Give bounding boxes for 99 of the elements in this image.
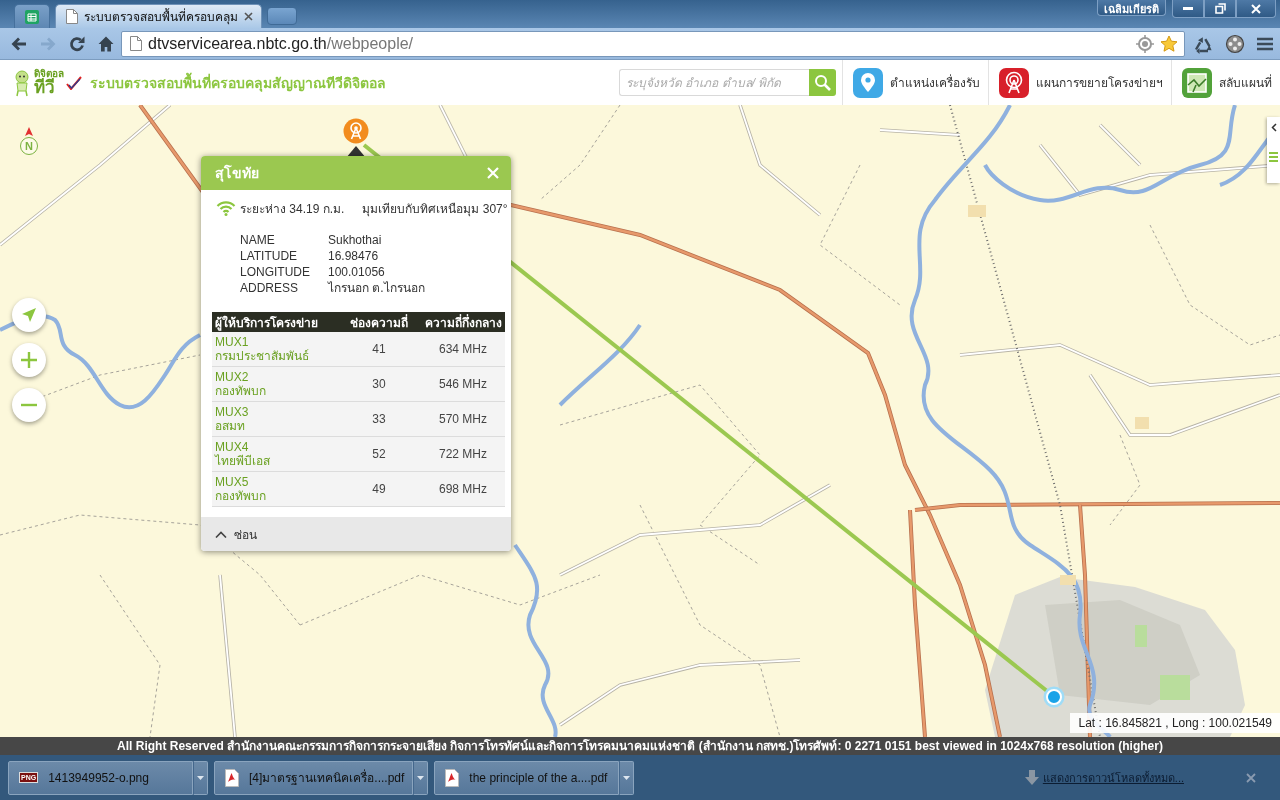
info-value: 100.01056	[328, 264, 386, 280]
spreadsheet-icon	[25, 9, 39, 24]
download-menu-button[interactable]	[413, 760, 429, 795]
mux-name: MUX5	[215, 475, 250, 489]
signal-icon	[216, 200, 236, 216]
location-dot-icon	[1043, 686, 1065, 708]
search-icon	[814, 74, 831, 91]
reload-icon	[67, 34, 86, 53]
info-label: NAME	[240, 232, 276, 248]
info-label: LATITUDE	[240, 248, 299, 264]
info-value: 16.98476	[328, 248, 380, 264]
logo-text: ดิจิตอล	[34, 69, 64, 79]
close-icon[interactable]	[244, 12, 253, 21]
search-field[interactable]: ระบุจังหวัด อำเภอ ตำบล/ พิกัด	[619, 69, 809, 96]
popup-title: สุโขทัย	[215, 163, 259, 184]
channel-cell-text: 30	[371, 377, 387, 391]
info-value: ไกรนอก ต.ไกรนอก	[328, 280, 426, 296]
minimize-icon	[1183, 7, 1193, 10]
bearing-text: มุมเทียบกับทิศเหนือมุม 307°	[362, 200, 508, 218]
mux-name: MUX2	[215, 370, 250, 384]
mascot-icon	[12, 68, 32, 97]
chevron-left-icon	[1270, 123, 1277, 132]
channel-cell-text: 49	[371, 482, 387, 496]
navigation-arrow-icon	[21, 307, 37, 323]
distance-text: ระยะห่าง 34.19 ก.ม.	[240, 200, 345, 218]
copyright-footer: All Right Reserved สำนักงานคณะกรรมการกิจการกระจายเสียง กิจการโทรทัศน์และกิจการโทรคมนาคมแห่งชาติ (สำนักงาน กสทช.)โทรศัพท์: 0 2271 0151 best viewed in 1024x768 resolution (higher)	[0, 737, 1280, 755]
url-text: dtvservicearea.nbtc.go.th/webpeople/	[148, 34, 414, 53]
channel-cell-text: 52	[371, 447, 387, 461]
park-area	[1160, 675, 1190, 700]
info-value: Sukhothai	[328, 232, 383, 248]
app-title: ระบบตรวจสอบพื้นที่ครอบคลุมสัญญาณทีวีดิจิตอล	[90, 71, 386, 94]
operator-name: กรมประชาสัมพันธ์	[215, 349, 310, 363]
channel-cell-text: 41	[371, 342, 387, 356]
download-item[interactable]: the principle of the a....pdf	[434, 760, 620, 795]
logo-text: ทีวี	[34, 79, 56, 96]
menu-icon[interactable]	[1257, 36, 1273, 51]
frequency-cell-text: 546 MHz	[438, 377, 488, 391]
caret-down-icon	[623, 775, 631, 780]
operator-name: ไทยพีบีเอส	[215, 454, 271, 468]
frequency-cell-text: 570 MHz	[438, 412, 488, 426]
channel-cell-text: 33	[371, 412, 387, 426]
info-label: ADDRESS	[240, 280, 299, 296]
column-header: ช่องความถี่	[349, 313, 409, 332]
operator-name: กองทัพบก	[215, 384, 267, 398]
header-menu-button[interactable]: สลับแผนที่	[1171, 60, 1280, 105]
column-header: ผู้ให้บริการโครงข่าย	[214, 314, 319, 332]
building-block	[1060, 575, 1076, 585]
pdf-file-icon	[445, 768, 460, 787]
download-icon	[1024, 769, 1039, 786]
map-icon	[1182, 67, 1212, 98]
restore-button[interactable]	[1204, 0, 1236, 18]
list-icon	[1269, 152, 1278, 162]
close-icon	[1246, 772, 1256, 783]
operator-name: กองทัพบก	[215, 489, 267, 503]
home-icon	[96, 34, 115, 53]
caret-down-icon	[417, 775, 425, 780]
frequency-cell-text: 698 MHz	[438, 482, 488, 496]
mux-name: MUX4	[215, 440, 250, 454]
hide-button[interactable]: ซ่อน	[215, 524, 257, 544]
download-item[interactable]: [4]มาตรฐานเทคนิคเครื่อ....pdf	[214, 760, 414, 795]
info-label: LONGITUDE	[240, 264, 311, 280]
map-pin-icon	[853, 67, 883, 98]
building-block	[968, 205, 986, 217]
film-reel-icon[interactable]	[1225, 33, 1245, 54]
caret-up-icon	[215, 530, 227, 538]
mux-name: MUX1	[215, 335, 250, 349]
download-menu-button[interactable]	[193, 760, 208, 795]
tower-marker-icon[interactable]	[343, 118, 369, 158]
address-bar[interactable]: dtvservicearea.nbtc.go.th/webpeople/	[121, 30, 1185, 57]
building-block	[1135, 417, 1149, 429]
park-area	[1135, 625, 1147, 647]
close-button[interactable]	[1246, 772, 1256, 783]
bookmark-star-icon[interactable]	[1160, 34, 1178, 53]
close-icon	[1251, 3, 1261, 14]
plus-icon	[20, 351, 38, 369]
target-icon[interactable]	[1136, 34, 1154, 53]
coordinates-label: Lat : 16.845821 , Long : 100.021549	[1070, 713, 1280, 733]
minimize-button[interactable]	[1172, 0, 1204, 18]
close-icon	[487, 167, 499, 179]
side-panel-tab[interactable]	[1267, 117, 1280, 183]
pdf-file-icon	[225, 768, 239, 787]
frequency-cell-text: 722 MHz	[438, 447, 488, 461]
radio-tower-icon	[999, 67, 1029, 98]
caret-down-icon	[197, 775, 204, 780]
column-header: ความถี่กึ่งกลาง	[423, 313, 503, 332]
mux-name: MUX3	[215, 405, 250, 419]
operator-name: อสมท	[215, 419, 246, 433]
page-icon	[66, 9, 78, 24]
page-icon	[130, 36, 142, 51]
minus-icon	[20, 403, 38, 407]
download-menu-button[interactable]	[619, 760, 635, 795]
restore-icon	[1214, 3, 1226, 14]
north-arrow-icon	[25, 127, 33, 136]
check-mark-icon	[66, 75, 82, 90]
pinned-tab[interactable]	[14, 4, 50, 28]
close-window-button[interactable]	[1236, 0, 1276, 18]
browser-tab[interactable]: ระบบตรวจสอบพื้นที่ครอบคลุม	[55, 4, 262, 28]
profile-button[interactable]: เฉลิมเกียรติ	[1097, 0, 1166, 16]
frequency-cell-text: 634 MHz	[438, 342, 488, 356]
